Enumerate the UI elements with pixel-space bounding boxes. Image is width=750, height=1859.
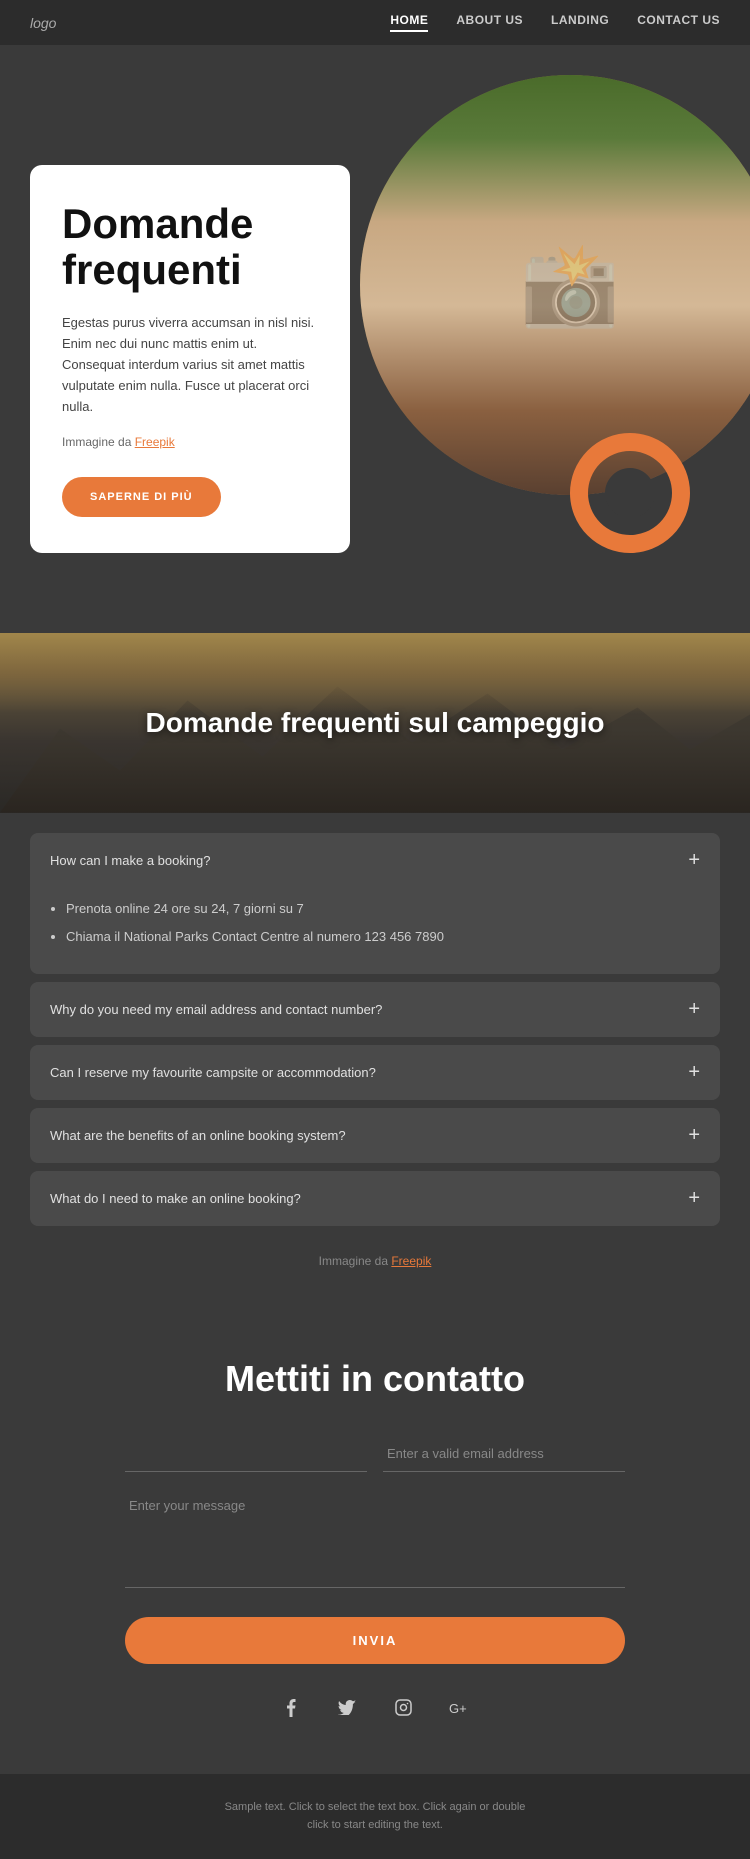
name-input[interactable] [125,1436,367,1472]
freepik-link[interactable]: Freepik [135,435,175,449]
faq-question-2: Why do you need my email address and con… [50,1002,382,1017]
hero-title: Domande frequenti [62,201,318,293]
footer-text-1: Sample text. Click to select the text bo… [30,1798,720,1817]
hero-card: Domande frequenti Egestas purus viverra … [30,165,350,553]
nav-contact[interactable]: CONTACT US [637,13,720,32]
hero-description: Egestas purus viverra accumsan in nisl n… [62,313,318,417]
facebook-icon[interactable] [275,1692,307,1724]
instagram-icon[interactable] [387,1692,419,1724]
faq-toggle-4[interactable]: + [688,1124,700,1147]
email-input[interactable] [383,1436,625,1472]
faq-header-4[interactable]: What are the benefits of an online booki… [30,1108,720,1163]
contact-inner: Mettiti in contatto INVIA [125,1358,625,1664]
logo: logo [30,15,56,31]
twitter-icon[interactable] [331,1692,363,1724]
faq-body-1: Prenota online 24 ore su 24, 7 giorni su… [30,888,720,974]
hero-image-attr: Immagine da Freepik [62,433,318,452]
faq-freepik-link[interactable]: Freepik [391,1254,431,1268]
hero-image [360,75,750,495]
nav-home[interactable]: HOME [390,13,428,32]
faq-header-2[interactable]: Why do you need my email address and con… [30,982,720,1037]
svg-text:G+: G+ [449,1701,467,1714]
footer-text-2: click to start editing the text. [30,1816,720,1835]
googleplus-icon[interactable]: G+ [443,1692,475,1724]
faq-question-1: How can I make a booking? [50,853,210,868]
faq-header-5[interactable]: What do I need to make an online booking… [30,1171,720,1226]
footer: Sample text. Click to select the text bo… [0,1774,750,1859]
nav-landing[interactable]: LANDING [551,13,609,32]
faq-question-4: What are the benefits of an online booki… [50,1128,346,1143]
decorative-ring [570,433,690,553]
faq-item-5: What do I need to make an online booking… [30,1171,720,1226]
faq-item-2: Why do you need my email address and con… [30,982,720,1037]
hero-photo [360,75,750,495]
faq-toggle-1[interactable]: + [688,849,700,872]
faq-question-3: Can I reserve my favourite campsite or a… [50,1065,376,1080]
hero-cta-button[interactable]: SAPERNE DI PIÙ [62,477,221,517]
faq-header-3[interactable]: Can I reserve my favourite campsite or a… [30,1045,720,1100]
faq-answer-1-2: Chiama il National Parks Contact Centre … [66,926,700,948]
faq-toggle-3[interactable]: + [688,1061,700,1084]
submit-button[interactable]: INVIA [125,1617,625,1664]
faq-answer-1-1: Prenota online 24 ore su 24, 7 giorni su… [66,898,700,920]
contact-form: INVIA [125,1436,625,1664]
faq-item-3: Can I reserve my favourite campsite or a… [30,1045,720,1100]
faq-toggle-2[interactable]: + [688,998,700,1021]
faq-mountain-banner: Domande frequenti sul campeggio [0,633,750,813]
contact-title: Mettiti in contatto [125,1358,625,1400]
hero-section: Domande frequenti Egestas purus viverra … [0,45,750,633]
message-textarea[interactable] [125,1488,625,1588]
nav-links: HOME ABOUT US LANDING CONTACT US [390,13,720,32]
faq-question-5: What do I need to make an online booking… [50,1191,301,1206]
faq-banner-title: Domande frequenti sul campeggio [146,707,605,739]
faq-item-1: How can I make a booking? + Prenota onli… [30,833,720,974]
contact-section: Mettiti in contatto INVIA [0,1308,750,1774]
social-icons: G+ [30,1692,720,1724]
faq-toggle-5[interactable]: + [688,1187,700,1210]
faq-image-attr: Immagine da Freepik [30,1234,720,1278]
navbar: logo HOME ABOUT US LANDING CONTACT US [0,0,750,45]
form-top-row [125,1436,625,1472]
faq-item-4: What are the benefits of an online booki… [30,1108,720,1163]
faq-header-1[interactable]: How can I make a booking? + [30,833,720,888]
nav-about[interactable]: ABOUT US [456,13,523,32]
faq-section: How can I make a booking? + Prenota onli… [0,813,750,1308]
